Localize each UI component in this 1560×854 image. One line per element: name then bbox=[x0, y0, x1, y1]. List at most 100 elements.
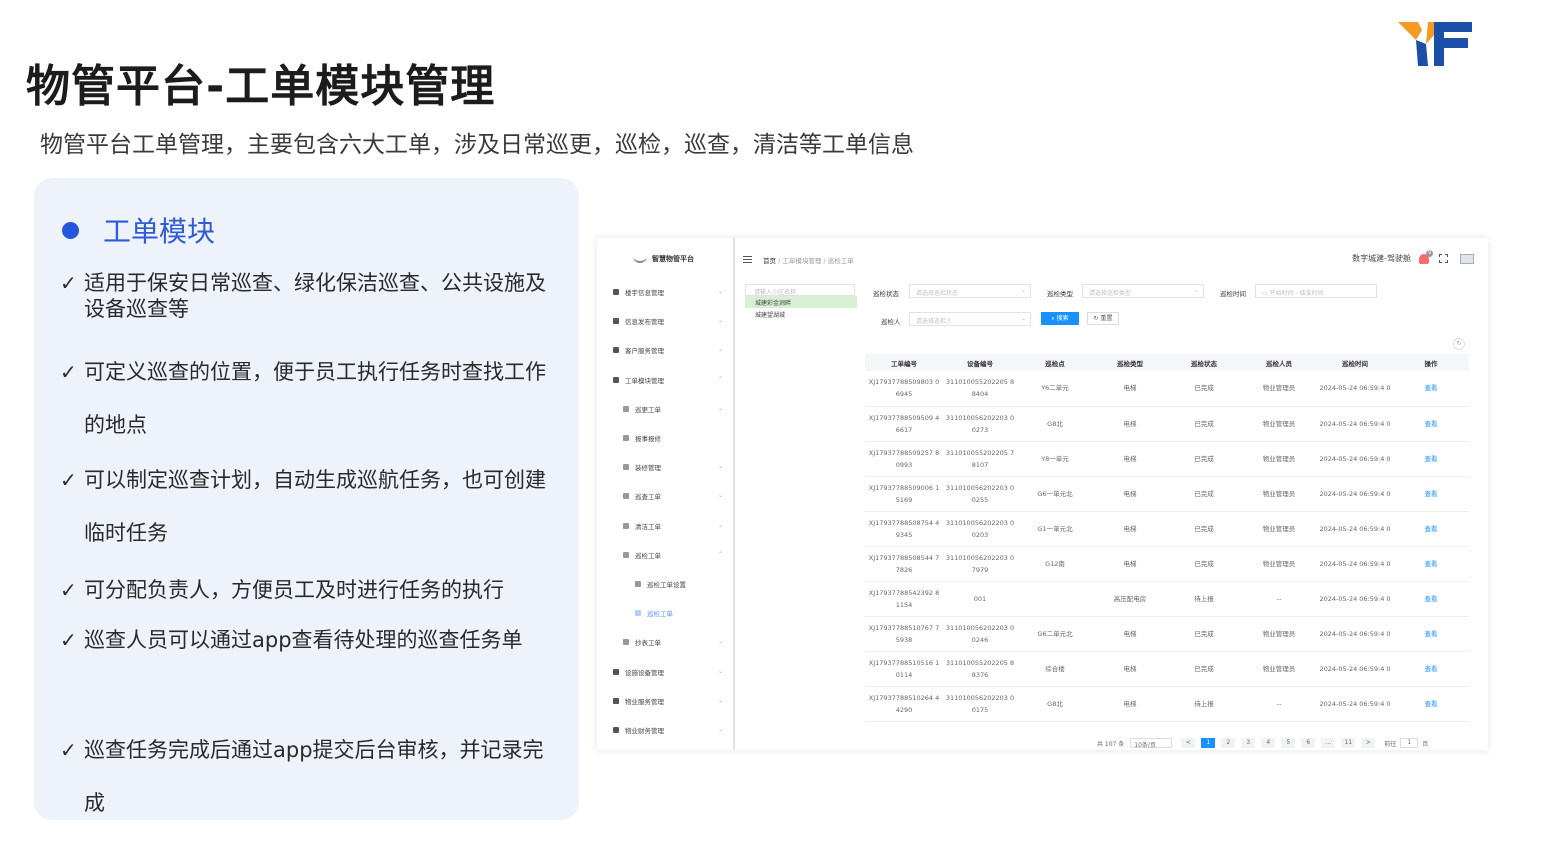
chevron-icon: ⌄ bbox=[717, 404, 723, 412]
fullscreen-icon[interactable] bbox=[1439, 254, 1448, 263]
goto-page-input[interactable]: 1 bbox=[1400, 738, 1419, 748]
next-page-button[interactable]: > bbox=[1361, 738, 1376, 748]
menu-item-icon bbox=[635, 610, 641, 617]
sidebar-item[interactable]: 报事报修 bbox=[623, 432, 723, 444]
sidebar-item[interactable]: 装修管理 ⌄ bbox=[623, 461, 723, 473]
sidebar-item[interactable]: 客户服务管理 ⌄ bbox=[613, 344, 723, 356]
table-cell: 物业管理员 bbox=[1241, 406, 1317, 442]
search-button[interactable]: ⌕ 搜索 bbox=[1041, 312, 1079, 325]
view-link[interactable]: 查看 bbox=[1393, 581, 1469, 617]
page-number-button[interactable]: 5 bbox=[1281, 738, 1296, 748]
status-select[interactable]: 请选择巡检状态 ⌄ bbox=[909, 284, 1031, 298]
type-select[interactable]: 请选择巡检类型 ⌄ bbox=[1082, 284, 1204, 298]
avatar[interactable] bbox=[1460, 253, 1474, 264]
table-cell: 电梯 bbox=[1093, 686, 1167, 722]
hamburger-menu-icon[interactable] bbox=[743, 256, 752, 263]
header-actions: 数字城建-驾驶舱 9 bbox=[1352, 249, 1474, 264]
search-button-label: 搜索 bbox=[1056, 315, 1069, 322]
tree-node[interactable]: 城建望湖城 bbox=[745, 308, 857, 320]
table-cell: 物业管理员 bbox=[1241, 441, 1317, 477]
table-row: XJ17937788542392 81154 001 高压配电房 待上报 -- 2024-… bbox=[865, 581, 1469, 617]
view-link[interactable]: 查看 bbox=[1393, 476, 1469, 512]
page-number-button[interactable]: 11 bbox=[1341, 738, 1356, 748]
table-cell: Y8一单元 bbox=[1017, 441, 1093, 477]
view-link[interactable]: 查看 bbox=[1393, 441, 1469, 477]
notification-badge: 9 bbox=[1426, 249, 1433, 257]
app-logo: 智慧物管平台 bbox=[633, 254, 694, 264]
page-number-button[interactable]: 6 bbox=[1301, 738, 1316, 748]
menu-item-icon bbox=[613, 318, 619, 325]
lotus-logo-icon bbox=[633, 255, 647, 263]
sidebar-item[interactable]: 抄表工单 ⌄ bbox=[623, 636, 723, 648]
table-cell: G8北 bbox=[1017, 406, 1093, 442]
view-link[interactable]: 查看 bbox=[1393, 686, 1469, 722]
feature-text: 可以制定巡查计划，自动生成巡航任务，也可创建临时任务 bbox=[84, 468, 546, 545]
reset-button[interactable]: ↻ 重置 bbox=[1087, 312, 1119, 325]
chevron-icon: ⌄ bbox=[717, 346, 723, 354]
page-number-button[interactable]: 3 bbox=[1241, 738, 1256, 748]
sidebar-item[interactable]: 巡检工单 ⌃ bbox=[623, 549, 723, 561]
page-number-button[interactable]: 2 bbox=[1221, 738, 1236, 748]
view-link[interactable]: 查看 bbox=[1393, 511, 1469, 547]
feature-text: 巡查人员可以通过app查看待处理的巡查任务单 bbox=[84, 628, 523, 652]
bell-icon[interactable]: 9 bbox=[1419, 249, 1433, 264]
person-select[interactable]: 请选择巡检人 ⌄ bbox=[909, 312, 1031, 326]
table-cell: 电梯 bbox=[1093, 511, 1167, 547]
prev-page-button[interactable]: < bbox=[1181, 738, 1196, 748]
sidebar-item[interactable]: 物业服务管理 ⌄ bbox=[613, 695, 723, 707]
sidebar-item[interactable]: 巡更工单 ⌄ bbox=[623, 403, 723, 415]
page-size-select[interactable]: 10条/页 bbox=[1130, 738, 1173, 749]
sidebar-item[interactable]: 巡查工单 ⌄ bbox=[623, 490, 723, 502]
sidebar-item[interactable]: 信息发布管理 ⌄ bbox=[613, 315, 723, 327]
chevron-icon: ⌄ bbox=[717, 726, 723, 733]
card-heading-text: 工单模块 bbox=[103, 215, 216, 248]
column-header: 巡检状态 bbox=[1167, 354, 1241, 371]
table-header-row: 工单编号 设备编号 巡检点 巡检类型 巡检状态 巡检人员 巡检时间 操作 bbox=[865, 354, 1469, 371]
sidebar-item[interactable]: 物业财务管理 ⌄ bbox=[613, 724, 723, 736]
table-cell: 物业管理员 bbox=[1241, 616, 1317, 652]
admin-screenshot: 智慧物管平台 楼宇信息管理 ⌄ 信息发布管理 ⌄ 客户服务管理 ⌄ 工单模块管理 ⌃ 巡更工单 ⌄… bbox=[597, 238, 1488, 750]
table-cell: G6二单元北 bbox=[1017, 616, 1093, 652]
view-link[interactable]: 查看 bbox=[1393, 406, 1469, 442]
view-link[interactable]: 查看 bbox=[1393, 651, 1469, 687]
chevron-icon: ⌄ bbox=[717, 638, 723, 646]
table-cell: 311010056202203 07979 bbox=[943, 546, 1017, 582]
breadcrumb-home[interactable]: 首页 bbox=[763, 257, 776, 265]
chevron-down-icon: ⌄ bbox=[1020, 287, 1026, 294]
sidebar-item[interactable]: 工单模块管理 ⌃ bbox=[613, 374, 723, 386]
status-placeholder: 请选择巡检状态 bbox=[916, 290, 959, 297]
page-unit: 页 bbox=[1422, 740, 1429, 748]
table-cell: 已完成 bbox=[1167, 546, 1241, 582]
page-number-button[interactable]: 1 bbox=[1201, 738, 1216, 748]
view-link[interactable]: 查看 bbox=[1393, 371, 1469, 407]
column-header: 操作 bbox=[1393, 354, 1469, 371]
sidebar-item[interactable]: 巡检工单 bbox=[635, 607, 723, 619]
table-cell: 物业管理员 bbox=[1241, 511, 1317, 547]
sidebar-item[interactable]: 清洁工单 ⌄ bbox=[623, 520, 723, 532]
breadcrumb-level2[interactable]: 工单模块管理 bbox=[782, 257, 821, 265]
sidebar-item-label: 巡检工单 bbox=[635, 551, 661, 560]
view-link[interactable]: 查看 bbox=[1393, 616, 1469, 652]
time-range-picker[interactable]: ▭ 开始时间 - 结束时间 bbox=[1255, 284, 1377, 298]
table-cell: 311010056202203 00203 bbox=[943, 511, 1017, 547]
sidebar-item[interactable]: 设施设备管理 ⌄ bbox=[613, 666, 723, 678]
table-cell: G1一单元北 bbox=[1017, 511, 1093, 547]
table-cell: 2024-05-24 06:59:4 0 bbox=[1317, 686, 1393, 722]
menu-item-icon bbox=[635, 581, 641, 587]
page-number-button[interactable]: 4 bbox=[1261, 738, 1276, 748]
view-link[interactable]: 查看 bbox=[1393, 546, 1469, 582]
page-number-button[interactable]: ... bbox=[1321, 738, 1336, 748]
table-refresh-icon[interactable]: ↻ bbox=[1453, 338, 1465, 350]
feature-card: 工单模块 ✓ 适用于保安日常巡查、绿化保洁巡查、公共设施及设备巡查等 ✓ 可定义巡查的… bbox=[34, 178, 579, 820]
menu-item-icon bbox=[613, 727, 619, 733]
table-cell: 已完成 bbox=[1167, 476, 1241, 512]
table-cell: 高压配电房 bbox=[1093, 581, 1167, 617]
user-name[interactable]: 数字城建-驾驶舱 bbox=[1352, 253, 1411, 264]
tree-search-input[interactable]: 请输入小区名称 bbox=[745, 284, 855, 296]
table-cell: XJ17937788509803 06945 bbox=[865, 371, 943, 407]
table-cell: XJ17937788542392 81154 bbox=[865, 581, 943, 617]
tree-node[interactable]: 城建彩金涧畔 bbox=[745, 296, 857, 308]
table-cell: 001 bbox=[943, 581, 1017, 617]
sidebar-item[interactable]: 巡检工单设置 bbox=[635, 578, 723, 590]
sidebar-item[interactable]: 楼宇信息管理 ⌄ bbox=[613, 286, 723, 298]
